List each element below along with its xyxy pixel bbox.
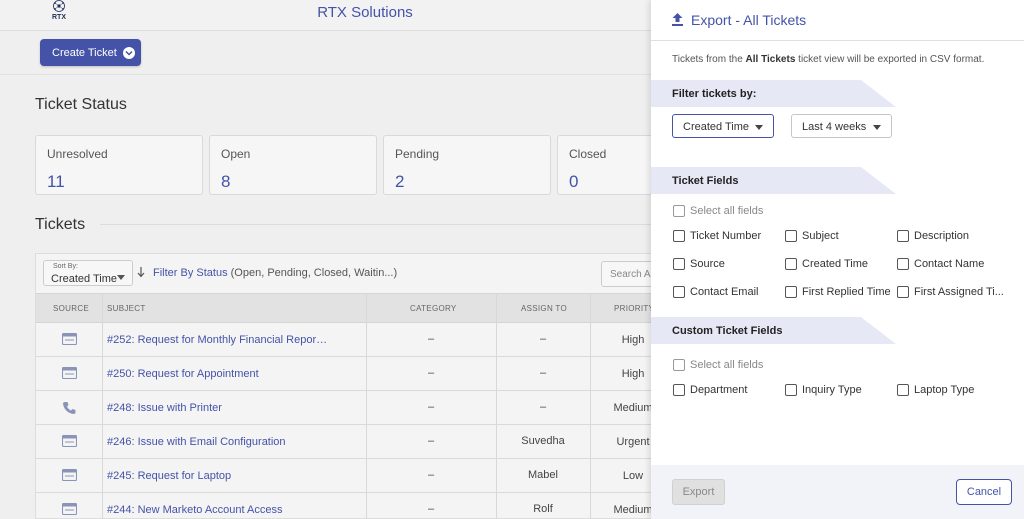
checkbox-icon [673,258,685,270]
field-checkbox-first-assigned-time[interactable]: First Assigned Ti... [897,285,1004,299]
checkbox-icon [673,286,685,298]
drawer-header: Export - All Tickets [651,0,1024,41]
checkbox-icon [673,205,685,217]
filter-field-select[interactable]: Created Time [672,114,774,138]
custom-field-checkbox-inquiry-type[interactable]: Inquiry Type [785,383,862,397]
checkbox-label: Source [690,258,725,270]
description-prefix: Tickets from the [672,54,746,65]
checkbox-label: Department [690,384,748,396]
field-checkbox-contact-email[interactable]: Contact Email [673,285,758,299]
drawer-title: Export - All Tickets [691,12,807,28]
select-all-fields-checkbox[interactable]: Select all fields [673,204,763,218]
checkbox-label: Laptop Type [914,384,975,396]
caret-down-icon [873,125,881,130]
checkbox-label: First Assigned Ti... [914,286,1004,298]
checkbox-icon [897,384,909,396]
checkbox-label: Subject [802,230,839,242]
checkbox-label: Select all fields [690,359,764,371]
checkbox-icon [673,384,685,396]
field-checkbox-created-time[interactable]: Created Time [785,257,868,271]
field-checkbox-source[interactable]: Source [673,257,725,271]
field-checkbox-subject[interactable]: Subject [785,229,839,243]
ticket-fields-header: Ticket Fields [651,167,896,194]
checkbox-label: Contact Email [690,286,759,298]
checkbox-label: Created Time [802,258,869,270]
export-description: Tickets from the All Tickets ticket view… [672,54,984,65]
checkbox-icon [785,286,797,298]
checkbox-label: First Replied Time [802,286,891,298]
modal-scrim[interactable] [0,0,651,519]
custom-fields-title: Custom Ticket Fields [672,325,783,337]
custom-field-checkbox-laptop-type[interactable]: Laptop Type [897,383,974,397]
drawer-footer: Export Cancel [651,465,1024,519]
checkbox-label: Select all fields [690,205,764,217]
select-all-custom-fields-checkbox[interactable]: Select all fields [673,358,763,372]
checkbox-icon [897,286,909,298]
upload-icon [671,12,684,27]
caret-down-icon [755,125,763,130]
ticket-fields-title: Ticket Fields [672,175,739,187]
filter-range-select[interactable]: Last 4 weeks [791,114,892,138]
checkbox-icon [785,384,797,396]
checkbox-label: Contact Name [914,258,985,270]
checkbox-label: Description [914,230,970,242]
field-checkbox-contact-name[interactable]: Contact Name [897,257,984,271]
filter-range-value: Last 4 weeks [802,121,867,133]
cancel-button[interactable]: Cancel [956,479,1012,505]
export-drawer: Export - All Tickets Tickets from the Al… [651,0,1024,519]
custom-field-checkbox-department[interactable]: Department [673,383,747,397]
checkbox-icon [897,258,909,270]
field-checkbox-first-replied-time[interactable]: First Replied Time [785,285,891,299]
checkbox-label: Inquiry Type [802,384,862,396]
filter-section-title: Filter tickets by: [672,88,757,100]
field-checkbox-description[interactable]: Description [897,229,969,243]
checkbox-label: Ticket Number [690,230,762,242]
checkbox-icon [785,230,797,242]
description-suffix: ticket view will be exported in CSV form… [795,54,985,65]
description-view-name: All Tickets [745,54,796,65]
filter-section-header: Filter tickets by: [651,80,896,107]
checkbox-icon [897,230,909,242]
checkbox-icon [785,258,797,270]
checkbox-icon [673,230,685,242]
checkbox-icon [673,359,685,371]
filter-field-value: Created Time [683,121,750,133]
export-button[interactable]: Export [672,479,725,505]
field-checkbox-ticket-number[interactable]: Ticket Number [673,229,761,243]
custom-fields-header: Custom Ticket Fields [651,317,896,344]
